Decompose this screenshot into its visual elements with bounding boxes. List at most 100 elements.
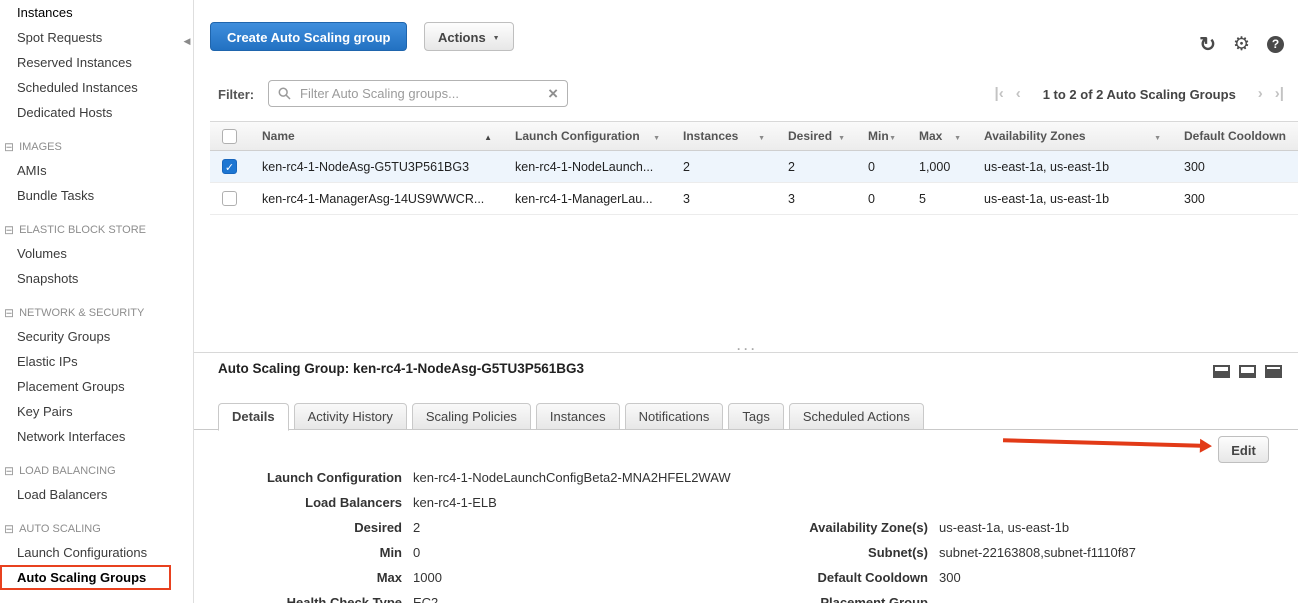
column-header-availability-zones[interactable]: Availability Zones xyxy=(971,129,1171,143)
edit-button[interactable]: Edit xyxy=(1218,436,1269,463)
tab-details[interactable]: Details xyxy=(218,403,289,431)
sidebar-section-label: AUTO SCALING xyxy=(19,523,101,535)
filter-search-box xyxy=(268,80,568,107)
previous-page-icon[interactable] xyxy=(1016,84,1021,104)
sidebar-item-load-balancers[interactable]: Load Balancers xyxy=(0,482,193,507)
next-page-icon[interactable] xyxy=(1258,84,1263,104)
field-value: ken-rc4-1-ELB xyxy=(413,493,497,513)
full-pane-icon[interactable] xyxy=(1265,365,1282,378)
bottom-pane-icon[interactable] xyxy=(1239,365,1256,378)
column-label: Desired xyxy=(788,129,832,143)
cell-desired: 2 xyxy=(775,160,855,174)
details-tabs: Details Activity History Scaling Policie… xyxy=(218,403,924,431)
clear-filter-icon[interactable] xyxy=(548,84,558,104)
panel-resize-handle[interactable] xyxy=(737,341,758,356)
table-row[interactable]: ken-rc4-1-NodeAsg-G5TU3P561BG3 ken-rc4-1… xyxy=(210,151,1298,183)
create-auto-scaling-group-button[interactable]: Create Auto Scaling group xyxy=(210,22,407,51)
column-header-min[interactable]: Min xyxy=(855,129,906,143)
column-label: Min xyxy=(868,129,889,143)
cell-availability-zones: us-east-1a, us-east-1b xyxy=(971,192,1171,206)
column-header-max[interactable]: Max xyxy=(906,129,971,143)
section-collapse-icon[interactable] xyxy=(4,307,19,319)
sidebar-item-amis[interactable]: AMIs xyxy=(0,158,193,183)
sidebar-collapse-arrow-icon[interactable] xyxy=(180,30,194,52)
sidebar-item-key-pairs[interactable]: Key Pairs xyxy=(0,399,193,424)
select-all-checkbox[interactable] xyxy=(222,129,237,144)
column-filter-icon[interactable] xyxy=(758,129,765,143)
tab-tags[interactable]: Tags xyxy=(728,403,783,430)
sidebar-item-reserved-instances[interactable]: Reserved Instances xyxy=(0,50,193,75)
column-filter-icon[interactable] xyxy=(838,129,845,143)
toolbar-icons xyxy=(1199,32,1284,57)
column-label: Instances xyxy=(683,129,738,143)
help-icon[interactable] xyxy=(1267,36,1284,53)
sidebar-section-label: LOAD BALANCING xyxy=(19,465,116,477)
sidebar-item-instances[interactable]: Instances xyxy=(0,0,193,25)
sort-ascending-icon xyxy=(484,129,492,143)
column-label: Default Cooldown xyxy=(1184,129,1286,143)
search-icon xyxy=(278,87,291,100)
ec2-console: Instances Spot Requests Reserved Instanc… xyxy=(0,0,1298,603)
tab-scheduled-actions[interactable]: Scheduled Actions xyxy=(789,403,924,430)
tab-instances[interactable]: Instances xyxy=(536,403,620,430)
field-row: Placement Group xyxy=(700,593,1280,603)
section-collapse-icon[interactable] xyxy=(4,224,19,236)
refresh-icon[interactable] xyxy=(1199,32,1216,57)
column-header-instances[interactable]: Instances xyxy=(670,129,775,143)
sidebar-section-label: ELASTIC BLOCK STORE xyxy=(19,224,146,236)
field-value: 2 xyxy=(413,518,420,538)
sidebar-item-spot-requests[interactable]: Spot Requests xyxy=(0,25,193,50)
field-label: Default Cooldown xyxy=(700,568,928,588)
tab-notifications[interactable]: Notifications xyxy=(625,403,724,430)
pane-layout-controls xyxy=(1213,365,1282,378)
field-label: Max xyxy=(218,568,402,588)
tab-activity-history[interactable]: Activity History xyxy=(294,403,407,430)
details-panel-title: Auto Scaling Group: ken-rc4-1-NodeAsg-G5… xyxy=(218,361,584,376)
sidebar-item-volumes[interactable]: Volumes xyxy=(0,241,193,266)
table-row[interactable]: ken-rc4-1-ManagerAsg-14US9WWCR... ken-rc… xyxy=(210,183,1298,215)
sidebar-item-security-groups[interactable]: Security Groups xyxy=(0,324,193,349)
column-filter-icon[interactable] xyxy=(889,129,896,143)
row-checkbox[interactable] xyxy=(222,159,237,174)
sidebar-item-bundle-tasks[interactable]: Bundle Tasks xyxy=(0,183,193,208)
field-row: Launch Configurationken-rc4-1-NodeLaunch… xyxy=(218,468,838,493)
field-label: Min xyxy=(218,543,402,563)
cell-name: ken-rc4-1-ManagerAsg-14US9WWCR... xyxy=(249,192,502,206)
gear-icon[interactable] xyxy=(1233,33,1250,56)
table-header-row: Name Launch Configuration Instances Desi… xyxy=(210,121,1298,151)
field-row: Subnet(s)subnet-22163808,subnet-f1110f87 xyxy=(700,543,1280,568)
column-header-desired[interactable]: Desired xyxy=(775,129,855,143)
actions-button[interactable]: Actions xyxy=(424,22,514,51)
sidebar-item-scheduled-instances[interactable]: Scheduled Instances xyxy=(0,75,193,100)
filter-input[interactable] xyxy=(298,85,548,102)
sidebar-section-auto-scaling: AUTO SCALING xyxy=(0,518,193,540)
sidebar-item-placement-groups[interactable]: Placement Groups xyxy=(0,374,193,399)
column-header-launch-configuration[interactable]: Launch Configuration xyxy=(502,129,670,143)
sidebar-item-dedicated-hosts[interactable]: Dedicated Hosts xyxy=(0,100,193,125)
actions-label: Actions xyxy=(438,30,486,45)
column-header-default-cooldown[interactable]: Default Cooldown xyxy=(1171,129,1298,143)
sidebar-item-elastic-ips[interactable]: Elastic IPs xyxy=(0,349,193,374)
sidebar-item-auto-scaling-groups[interactable]: Auto Scaling Groups xyxy=(0,565,171,590)
section-collapse-icon[interactable] xyxy=(4,523,19,535)
column-filter-icon[interactable] xyxy=(1154,129,1161,143)
sidebar-item-launch-configurations[interactable]: Launch Configurations xyxy=(0,540,193,565)
row-checkbox[interactable] xyxy=(222,191,237,206)
sidebar-section-network-security: NETWORK & SECURITY xyxy=(0,302,193,324)
section-collapse-icon[interactable] xyxy=(4,465,19,477)
column-header-name[interactable]: Name xyxy=(249,129,502,143)
split-pane-icon[interactable] xyxy=(1213,365,1230,378)
filter-label: Filter: xyxy=(218,87,254,102)
last-page-icon[interactable] xyxy=(1275,84,1284,104)
column-filter-icon[interactable] xyxy=(954,129,961,143)
first-page-icon[interactable] xyxy=(995,84,1004,104)
field-row: Load Balancersken-rc4-1-ELB xyxy=(218,493,838,518)
cell-desired: 3 xyxy=(775,192,855,206)
column-filter-icon[interactable] xyxy=(653,129,660,143)
cell-instances: 3 xyxy=(670,192,775,206)
section-collapse-icon[interactable] xyxy=(4,141,19,153)
cell-max: 5 xyxy=(906,192,971,206)
sidebar-item-snapshots[interactable]: Snapshots xyxy=(0,266,193,291)
sidebar-item-network-interfaces[interactable]: Network Interfaces xyxy=(0,424,193,449)
tab-scaling-policies[interactable]: Scaling Policies xyxy=(412,403,531,430)
